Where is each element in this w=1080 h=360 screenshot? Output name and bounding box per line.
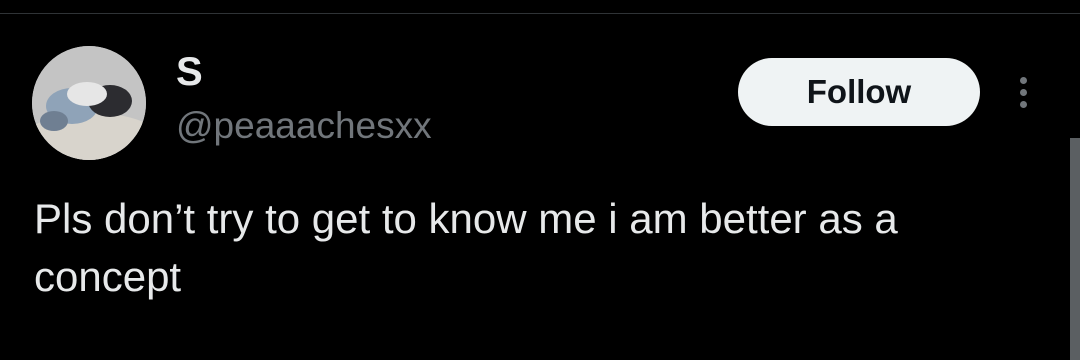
top-divider: [0, 13, 1080, 14]
more-dot: [1019, 100, 1027, 108]
more-options-icon[interactable]: [1008, 70, 1038, 114]
follow-button[interactable]: Follow: [738, 58, 980, 126]
tweet-text: Pls don’t try to get to know me i am bet…: [34, 195, 898, 300]
more-dot: [1019, 88, 1027, 96]
more-dot: [1019, 76, 1027, 84]
author-display-name[interactable]: S: [176, 50, 203, 94]
avatar-image: [32, 46, 146, 160]
scrollbar[interactable]: [1070, 138, 1080, 360]
avatar[interactable]: [32, 46, 146, 160]
author-handle[interactable]: @peaaachesxx: [176, 104, 432, 148]
